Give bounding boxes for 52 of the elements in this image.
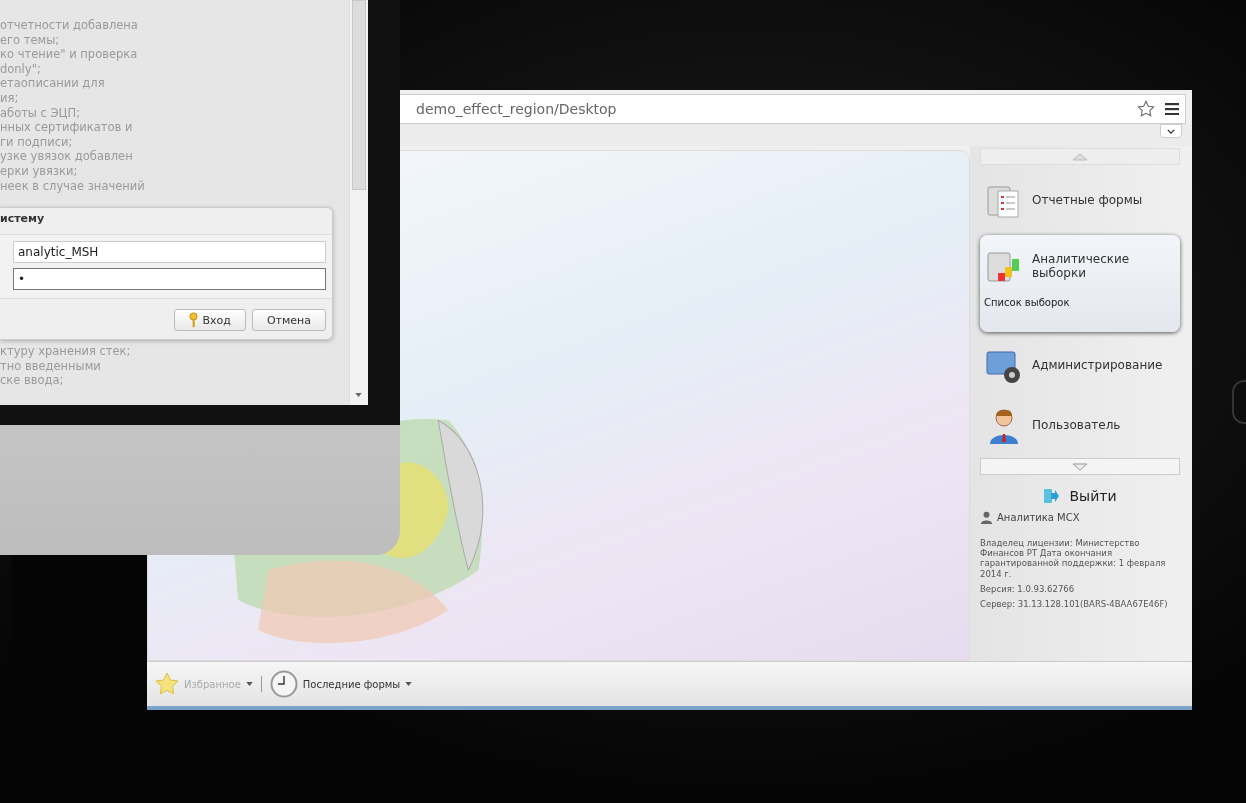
info-text: Сервер: 31.13.128.101(BARS-4BAA67E46F) (980, 598, 1169, 610)
note-text: ске ввода; (0, 373, 65, 388)
item-label: Администрирование (1032, 359, 1163, 373)
note-text: аботы с ЭЦП; (0, 105, 82, 121)
user-name: Аналитика МСХ (997, 512, 1080, 523)
scrollbar[interactable] (349, 0, 368, 405)
triangle-down-icon (1072, 462, 1088, 471)
scroll-up-button[interactable] (980, 148, 1180, 165)
key-icon (188, 312, 198, 329)
item-label: Отчетные формы (1032, 194, 1143, 208)
sidebar-item[interactable]: Аналитические выборки Список выборок (980, 235, 1180, 332)
item-label: Аналитические выборки (1032, 253, 1131, 281)
note-text: ерки увязки; (0, 163, 79, 179)
note-text: ко чтение" и проверка (0, 47, 139, 62)
dropdown-button[interactable] (1160, 124, 1182, 138)
note-text: нных сертификатов и (0, 120, 134, 135)
info-text: Владелец лицензии: Министерство Финансов РТ Дата окончания гарантированной поддержки: 1 февраля 2014 г. (980, 538, 1167, 579)
caret-icon (245, 682, 253, 686)
note-text: ия; (0, 90, 20, 106)
star-icon[interactable] (1137, 100, 1155, 118)
password-field[interactable]: • (13, 268, 326, 291)
star-icon (155, 672, 179, 696)
note-text: ги подписи; (0, 134, 74, 150)
note-text: узке увязок добавлен (0, 149, 134, 164)
note-text: отчетности добавлена (0, 18, 139, 33)
cancel-button[interactable]: Отмена (251, 309, 326, 332)
scroll-down-button[interactable] (980, 458, 1180, 475)
url-text: demo_effect_region/Desktop (416, 101, 618, 117)
clock-icon (269, 670, 298, 698)
note-text: тно введенными (0, 358, 102, 374)
note-text: его темы; (0, 32, 61, 48)
sub-item-link[interactable]: Список выборок (984, 297, 1176, 308)
info-text: Версия: 1.0.93.62766 (980, 583, 1076, 594)
menu-icon[interactable] (1165, 103, 1179, 115)
sidebar-item[interactable]: Пользователь (980, 396, 1180, 456)
note-text: неек в случае значений (0, 178, 146, 194)
login-button[interactable]: Вход (173, 309, 246, 332)
scroll-arrow-icon (355, 393, 362, 397)
logout-button[interactable]: Выйти (980, 487, 1180, 505)
exit-icon (1043, 488, 1060, 504)
sidebar-item[interactable]: Администрирование (980, 336, 1180, 396)
note-text: ктуру хранения стек; (0, 344, 132, 359)
user-icon (980, 511, 993, 524)
note-text: етаописании для (0, 76, 106, 91)
sidebar-item[interactable]: Отчетные формы (980, 171, 1180, 231)
note-text: donly"; (0, 61, 42, 77)
chevron-icon (1167, 128, 1175, 134)
toolbar-menu-button[interactable]: Последние формы (269, 670, 413, 698)
triangle-up-icon (1072, 152, 1088, 161)
caret-icon (405, 682, 413, 686)
username-field[interactable]: analytic_MSH (13, 241, 326, 264)
item-label: Пользователь (1032, 419, 1121, 433)
